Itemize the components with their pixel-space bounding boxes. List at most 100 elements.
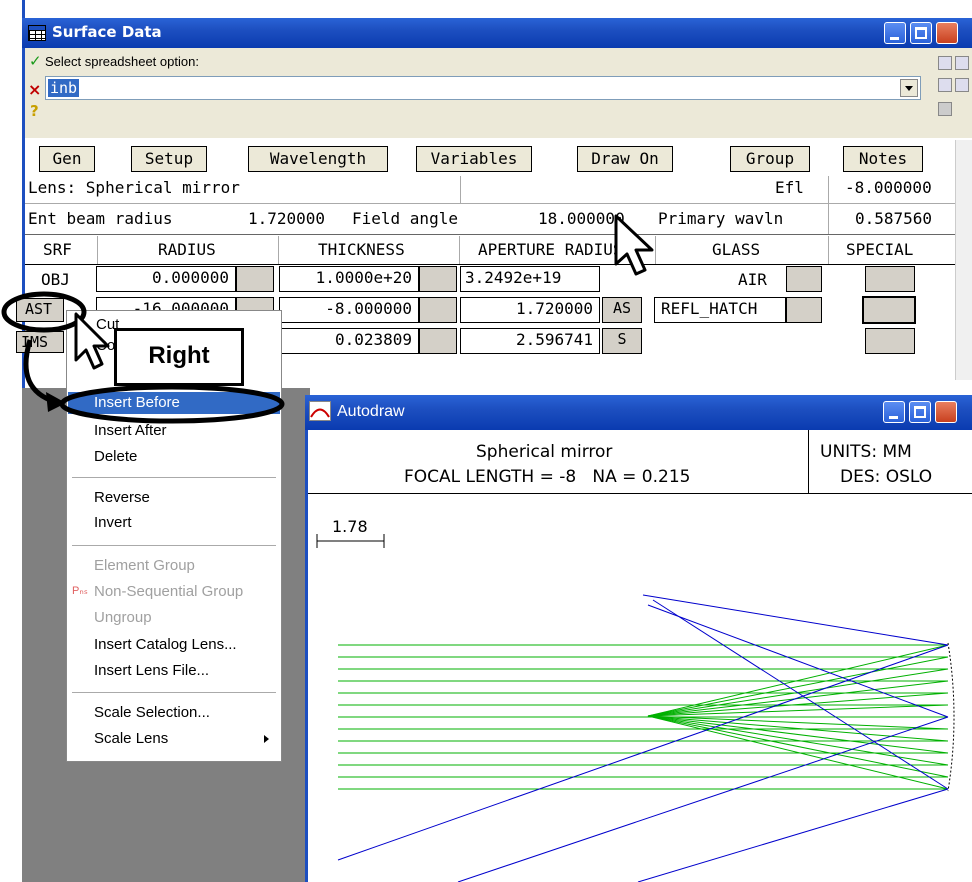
glass-cell[interactable]: AIR <box>738 270 767 289</box>
divider <box>25 264 955 265</box>
primary-wavln-value: 0.587560 <box>855 209 933 228</box>
divider <box>25 203 955 204</box>
gen-button[interactable]: Gen <box>39 146 95 172</box>
dropdown-button[interactable] <box>900 79 918 97</box>
right-click-callout: Right <box>114 328 244 386</box>
non-sequential-icon: Pₙₛ <box>72 585 88 597</box>
close-button[interactable] <box>935 401 957 423</box>
close-button[interactable] <box>936 22 958 44</box>
glass-options-button[interactable] <box>786 266 822 292</box>
aperture-cell[interactable]: 3.2492e+19 <box>460 266 600 292</box>
menu-item-non-sequential-group: Non-Sequential Group <box>94 583 244 600</box>
menu-item-invert[interactable]: Invert <box>94 514 132 531</box>
aperture-flag-button[interactable]: S <box>602 328 642 354</box>
thickness-solve-button[interactable] <box>419 328 457 354</box>
efl-value: -8.000000 <box>845 178 932 197</box>
mouse-cursor-icon <box>74 312 110 370</box>
designer-label: DES: OSLO <box>840 467 933 487</box>
menu-item-reverse[interactable]: Reverse <box>94 489 150 506</box>
col-header-thickness[interactable]: THICKNESS <box>318 240 405 259</box>
minimize-button[interactable] <box>884 22 906 44</box>
divider <box>459 236 460 264</box>
autodraw-app-icon <box>309 401 331 421</box>
lens-label: Lens: Spherical mirror <box>28 178 240 197</box>
ent-beam-label: Ent beam radius <box>28 209 173 228</box>
drawing-subheading: FOCAL LENGTH = -8 NA = 0.215 <box>404 467 691 487</box>
tool-icon-5[interactable] <box>938 102 952 116</box>
insert-before-highlight-ellipse <box>59 384 285 424</box>
ent-beam-value: 1.720000 <box>248 209 326 228</box>
vertical-scrollbar[interactable] <box>955 140 972 380</box>
thickness-solve-button[interactable] <box>419 266 457 292</box>
col-header-radius[interactable]: RADIUS <box>158 240 216 259</box>
cancel-x-icon[interactable]: × <box>28 80 41 99</box>
menu-item-insert-catalog-lens[interactable]: Insert Catalog Lens... <box>94 636 237 653</box>
thickness-solve-button[interactable] <box>419 297 457 323</box>
curve-icon <box>310 408 330 418</box>
ray-trace-drawing <box>337 594 955 882</box>
maximize-button[interactable] <box>910 22 932 44</box>
minimize-button[interactable] <box>883 401 905 423</box>
chevron-down-icon <box>905 86 913 91</box>
autodraw-title: Autodraw <box>337 403 405 420</box>
setup-button[interactable]: Setup <box>131 146 207 172</box>
special-button[interactable] <box>865 266 915 292</box>
special-button[interactable] <box>865 328 915 354</box>
tool-icon-4[interactable] <box>955 78 969 92</box>
aperture-flag-button[interactable]: AS <box>602 297 642 323</box>
col-header-srf[interactable]: SRF <box>43 240 72 259</box>
submenu-arrow-icon <box>264 735 269 743</box>
divider <box>460 176 461 204</box>
drawing-heading: Spherical mirror <box>476 442 613 462</box>
input-value: inb <box>48 79 80 97</box>
col-header-glass[interactable]: GLASS <box>712 240 760 259</box>
glass-options-button[interactable] <box>786 297 822 323</box>
primary-wavln-label: Primary wavln <box>658 209 784 228</box>
spreadsheet-icon <box>28 25 46 41</box>
menu-separator <box>72 477 276 478</box>
efl-label: Efl <box>775 178 804 197</box>
mouse-cursor-icon <box>614 214 654 276</box>
surface-data-titlebar[interactable]: Surface Data <box>22 18 972 48</box>
help-question-icon[interactable]: ? <box>30 102 39 120</box>
aperture-cell[interactable]: 1.720000 <box>460 297 600 323</box>
divider <box>828 176 829 234</box>
autodraw-titlebar[interactable]: Autodraw <box>305 395 972 430</box>
col-header-aperture[interactable]: APERTURE RADIUS <box>478 240 623 259</box>
aperture-cell[interactable]: 2.596741 <box>460 328 600 354</box>
menu-item-insert-lens-file[interactable]: Insert Lens File... <box>94 662 209 679</box>
tool-icon-2[interactable] <box>955 56 969 70</box>
blue-off-axis-rays <box>337 594 949 882</box>
field-angle-label: Field angle <box>352 209 458 228</box>
prompt-label: Select spreadsheet option: <box>45 54 199 69</box>
units-label: UNITS: MM <box>820 442 912 462</box>
green-ray-fan <box>338 644 949 790</box>
menu-separator <box>72 692 276 693</box>
draw-on-button[interactable]: Draw On <box>577 146 673 172</box>
divider <box>828 236 829 264</box>
glass-cell[interactable]: REFL_HATCH <box>654 297 786 323</box>
mirror-surface <box>947 642 955 792</box>
wavelength-button[interactable]: Wavelength <box>248 146 388 172</box>
col-header-special[interactable]: SPECIAL <box>846 240 913 259</box>
curved-arrow <box>23 339 57 405</box>
command-input[interactable]: inb <box>45 76 921 100</box>
maximize-icon <box>914 406 926 418</box>
divider <box>97 236 98 264</box>
notes-button[interactable]: Notes <box>843 146 923 172</box>
maximize-icon <box>915 27 927 39</box>
menu-item-ungroup: Ungroup <box>94 609 152 626</box>
tool-icon-1[interactable] <box>938 56 952 70</box>
special-button[interactable] <box>862 296 916 324</box>
header-divider <box>808 430 809 494</box>
menu-item-scale-selection[interactable]: Scale Selection... <box>94 704 210 721</box>
variables-button[interactable]: Variables <box>416 146 532 172</box>
menu-item-scale-lens[interactable]: Scale Lens <box>94 730 168 747</box>
tool-icon-3[interactable] <box>938 78 952 92</box>
menu-separator <box>72 545 276 546</box>
group-button[interactable]: Group <box>730 146 810 172</box>
menu-item-delete[interactable]: Delete <box>94 448 137 465</box>
maximize-button[interactable] <box>909 401 931 423</box>
accept-check-icon[interactable]: ✓ <box>29 52 42 70</box>
menu-item-element-group: Element Group <box>94 557 195 574</box>
